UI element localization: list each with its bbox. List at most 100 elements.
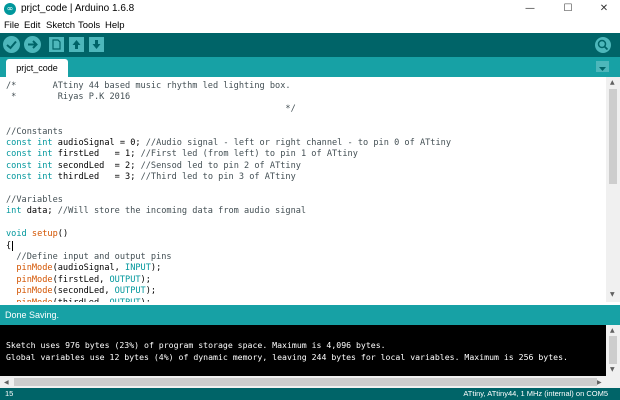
code-token: { [6, 240, 12, 251]
save-button[interactable] [89, 37, 104, 52]
code-token: const [6, 149, 32, 160]
code-line: //Variables [6, 195, 63, 206]
code-token: const [6, 172, 32, 183]
code-token: //Define input and output pins [16, 252, 172, 262]
code-editor[interactable]: /* ATtiny 44 based music rhythm led ligh… [0, 77, 606, 302]
code-token: ); [150, 263, 162, 274]
editor-scroll-thumb[interactable] [609, 89, 617, 184]
close-button[interactable]: ✕ [586, 0, 620, 18]
code-token: //Sensod led to pin 2 of ATtiny [140, 160, 301, 171]
menu-tools[interactable]: Tools [78, 20, 100, 31]
scroll-right-icon[interactable]: ▶ [597, 379, 602, 386]
code-line: pinMode(audioSignal, INPUT); [6, 263, 161, 274]
code-token: * Riyas P.K 2016 [6, 92, 131, 103]
code-line: pinMode(secondLed, OUTPUT); [6, 286, 156, 297]
console-scroll-thumb[interactable] [609, 336, 617, 364]
menu-bar: File Edit Sketch Tools Help [0, 18, 620, 33]
code-token: pinMode [16, 263, 53, 274]
code-token: //Audio signal - left or right channel -… [145, 138, 451, 148]
footer-bar: 15 ATtiny, ATtiny44, 1 MHz (internal) on… [0, 388, 620, 400]
tab-menu-button[interactable] [596, 61, 609, 72]
code-token: ); [145, 286, 157, 297]
open-icon [72, 40, 81, 49]
code-line: const int secondLed = 2; //Sensod led to… [6, 161, 301, 172]
verify-button[interactable] [3, 36, 20, 53]
code-token: ); [140, 274, 151, 285]
code-token: (thirdLed, [53, 298, 110, 302]
console-horizontal-scrollbar[interactable]: ◀ ▶ [0, 376, 606, 388]
code-line: */ [6, 104, 295, 115]
text-cursor [12, 240, 13, 251]
console-scroll-up-icon[interactable]: ▲ [610, 327, 615, 334]
menu-edit[interactable]: Edit [24, 20, 40, 31]
code-token: int [37, 160, 53, 171]
tab-prjct-code[interactable]: prjct_code [6, 59, 68, 77]
code-token: (audioSignal, [52, 263, 126, 274]
code-line: void setup() [6, 229, 68, 240]
code-line: * Riyas P.K 2016 [6, 92, 130, 103]
code-token: /* ATtiny 44 based music rhythm led ligh… [6, 81, 291, 91]
menu-sketch[interactable]: Sketch [46, 20, 75, 31]
code-token: const [6, 138, 32, 148]
status-message: Done Saving. [5, 310, 60, 320]
console-output[interactable]: Sketch uses 976 bytes (23%) of program s… [0, 325, 606, 376]
code-token: //Constants [6, 126, 63, 137]
code-line: pinMode(thirdLed, OUTPUT); [6, 298, 151, 302]
code-token: () [57, 229, 69, 240]
code-line: const int thirdLed = 3; //Third led to p… [6, 172, 296, 183]
menu-help[interactable]: Help [105, 20, 125, 31]
code-token: audioSignal = 0; [52, 138, 146, 148]
code-token: void [6, 229, 27, 240]
open-button[interactable] [69, 37, 84, 52]
console-vertical-scrollbar[interactable]: ▲ ▼ [606, 325, 620, 376]
editor-vertical-scrollbar[interactable]: ▲ ▼ [606, 77, 620, 302]
code-token: (secondLed, [52, 286, 115, 297]
code-token: OUTPUT [114, 286, 146, 297]
code-line: { [6, 241, 11, 252]
scroll-corner [606, 376, 620, 388]
code-token: data; [21, 206, 58, 217]
code-line: pinMode(firstLed, OUTPUT); [6, 275, 151, 286]
menu-file[interactable]: File [4, 20, 19, 31]
code-token: //Will store the incoming data from audi… [57, 206, 307, 217]
scroll-up-icon[interactable]: ▲ [610, 79, 615, 86]
upload-icon [28, 40, 38, 49]
maximize-button[interactable]: ☐ [550, 0, 586, 18]
magnifier-icon [597, 39, 609, 51]
status-bar: Done Saving. [0, 305, 620, 325]
code-token: //First led (from left) to pin 1 of ATti… [140, 149, 358, 160]
save-icon [92, 40, 101, 49]
code-line: const int firstLed = 1; //First led (fro… [6, 149, 358, 160]
scroll-left-icon[interactable]: ◀ [4, 379, 9, 386]
code-line: const int audioSignal = 0; //Audio signa… [6, 138, 451, 149]
title-bar[interactable]: ∞ prjct_code | Arduino 1.6.8 — ☐ ✕ [0, 0, 620, 18]
code-line: int data; //Will store the incoming data… [6, 206, 306, 217]
code-line: /* ATtiny 44 based music rhythm led ligh… [6, 81, 291, 92]
code-token: int [6, 206, 22, 217]
scroll-down-icon[interactable]: ▼ [610, 291, 615, 298]
code-line: //Define input and output pins [6, 252, 172, 263]
code-token: pinMode [16, 286, 53, 297]
code-token: int [37, 172, 53, 183]
code-token: //Variables [6, 195, 63, 205]
console-scroll-down-icon[interactable]: ▼ [610, 366, 615, 373]
serial-monitor-button[interactable] [595, 37, 611, 53]
triangle-down-icon [599, 67, 606, 71]
new-button[interactable] [49, 37, 64, 52]
code-token: firstLed = 1; [52, 149, 141, 160]
console-hscroll-thumb[interactable] [14, 378, 597, 386]
verify-icon [6, 40, 17, 50]
code-token: secondLed = 2; [52, 160, 141, 171]
code-token: ); [141, 298, 151, 302]
upload-button[interactable] [24, 36, 41, 53]
code-token: int [37, 138, 53, 148]
code-token: OUTPUT [110, 298, 141, 302]
toolbar [0, 33, 620, 57]
new-icon [52, 39, 61, 50]
minimize-button[interactable]: — [512, 0, 548, 18]
